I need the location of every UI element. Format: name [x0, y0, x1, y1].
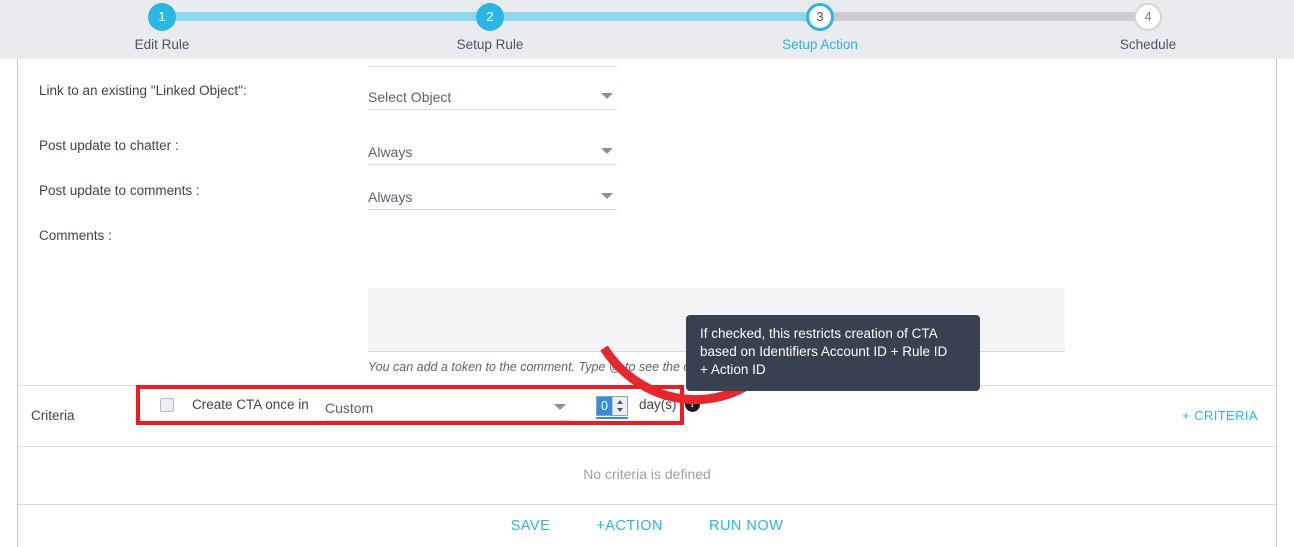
help-tooltip-line-1: If checked, this restricts creation of C… — [700, 326, 938, 341]
wizard-stepper: 1 Edit Rule 2 Setup Rule 3 Setup Action … — [0, 0, 1294, 59]
cta-frequency-select[interactable]: Custom — [325, 393, 570, 421]
stepper-step-4-number: 4 — [1134, 3, 1162, 31]
stepper-step-3[interactable]: 3 Setup Action — [760, 0, 880, 52]
criteria-body: No criteria is defined — [18, 447, 1276, 505]
stepper-step-2-label: Setup Rule — [456, 37, 524, 52]
stepper-step-1-number: 1 — [148, 3, 176, 31]
comments-label: Comments : — [39, 228, 112, 243]
field-above-cutoff — [368, 59, 617, 67]
stepper-step-1-label: Edit Rule — [134, 37, 190, 52]
add-action-button[interactable]: +ACTION — [590, 514, 669, 538]
linked-object-value: Select Object — [368, 89, 452, 105]
chevron-down-icon — [554, 404, 566, 410]
stepper-step-2-number: 2 — [476, 3, 504, 31]
save-button[interactable]: SAVE — [505, 514, 557, 538]
create-cta-once-label: Create CTA once in — [192, 397, 309, 412]
criteria-title: Criteria — [31, 408, 75, 423]
post-comments-value: Always — [368, 189, 413, 205]
post-comments-select[interactable]: Always — [368, 182, 617, 210]
stepper-step-4-label: Schedule — [1119, 37, 1177, 52]
stepper-step-3-label: Setup Action — [782, 37, 858, 52]
help-tooltip-line-2: based on Identifiers Account ID + Rule I… — [700, 344, 948, 359]
stepper-step-3-number: 3 — [806, 3, 834, 31]
add-criteria-link[interactable]: + CRITERIA — [1182, 408, 1258, 423]
post-chatter-value: Always — [368, 144, 413, 160]
post-chatter-label: Post update to chatter : — [39, 138, 179, 153]
help-tooltip: If checked, this restricts creation of C… — [686, 315, 980, 391]
post-comments-label: Post update to comments : — [39, 183, 200, 198]
run-now-button[interactable]: RUN NOW — [703, 514, 789, 538]
stepper-step-4[interactable]: 4 Schedule — [1088, 0, 1208, 52]
chevron-down-icon — [601, 93, 613, 99]
post-chatter-select[interactable]: Always — [368, 137, 617, 165]
footer-actions: SAVE +ACTION RUN NOW — [18, 505, 1276, 547]
criteria-empty-message: No criteria is defined — [583, 466, 711, 482]
stepper-step-1[interactable]: 1 Edit Rule — [102, 0, 222, 52]
cta-frequency-value: Custom — [325, 400, 374, 416]
linked-object-select[interactable]: Select Object — [368, 82, 617, 110]
stepper-step-2[interactable]: 2 Setup Rule — [430, 0, 550, 52]
linked-object-label: Link to an existing "Linked Object": — [39, 83, 247, 98]
create-cta-once-checkbox[interactable] — [160, 398, 174, 412]
action-form: Link to an existing "Linked Object": Sel… — [18, 59, 1276, 385]
help-tooltip-line-3: + Action ID — [700, 362, 766, 377]
chevron-down-icon — [601, 193, 613, 199]
setup-action-panel: Link to an existing "Linked Object": Sel… — [17, 59, 1277, 547]
chevron-down-icon — [601, 148, 613, 154]
